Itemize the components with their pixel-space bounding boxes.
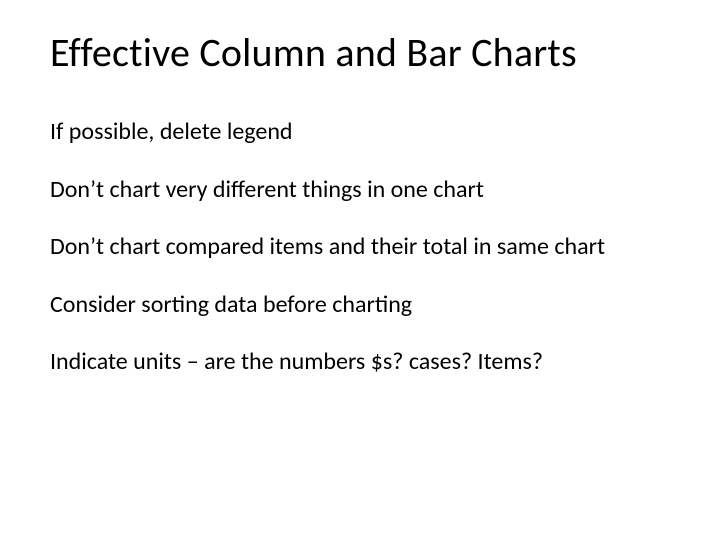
slide-body: If possible, delete legend Don’t chart v… <box>50 118 670 376</box>
slide: Effective Column and Bar Charts If possi… <box>0 0 720 540</box>
bullet-item: Don’t chart very different things in one… <box>50 176 670 204</box>
bullet-item: Indicate units – are the numbers $s? cas… <box>50 348 670 376</box>
bullet-item: Consider sorting data before charting <box>50 291 670 319</box>
bullet-item: Don’t chart compared items and their tot… <box>50 233 670 261</box>
bullet-item: If possible, delete legend <box>50 118 670 146</box>
slide-title: Effective Column and Bar Charts <box>50 30 670 76</box>
